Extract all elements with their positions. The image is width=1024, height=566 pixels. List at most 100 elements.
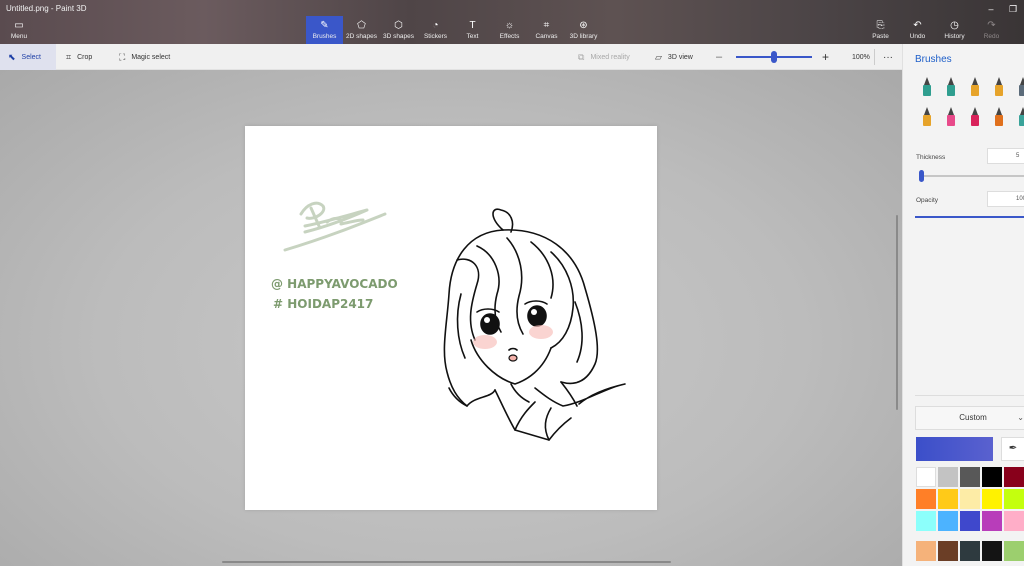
tool-stickers[interactable]: ◔ Stickers (417, 16, 454, 44)
blush-right (529, 325, 553, 339)
paste-icon: ⎘ (876, 20, 885, 31)
history-button[interactable]: ◷ History (936, 16, 973, 44)
more-options-button[interactable]: ··· (883, 44, 893, 70)
magic-select-label: Magic select (131, 53, 171, 61)
fill-icon[interactable] (1015, 106, 1024, 128)
zoom-in-button[interactable]: + (822, 44, 829, 70)
color-swatch[interactable] (982, 467, 1002, 487)
watercolor-icon[interactable] (991, 76, 1007, 98)
tool-3d-library[interactable]: ⊛ 3D library (565, 16, 602, 44)
tool-label: Effects (499, 33, 520, 40)
color-swatch[interactable] (916, 467, 936, 487)
color-swatch[interactable] (960, 489, 980, 509)
select-button[interactable]: ⬉ Select (0, 44, 56, 70)
tool-label: 2D shapes (345, 33, 378, 40)
toolbar: ⬉ Select ⌗ Crop ⛶ Magic select ⧉ Mixed r… (0, 44, 902, 70)
canvas-icon: ⌗ (543, 20, 550, 31)
menu-label: Menu (10, 33, 28, 40)
magic-select-button[interactable]: ⛶ Magic select (119, 44, 170, 70)
menu-icon: ▭ (14, 20, 24, 31)
mixed-reality-icon: ⧉ (578, 51, 585, 62)
color-swatch[interactable] (960, 511, 980, 531)
color-swatch[interactable] (960, 541, 980, 561)
vertical-scrollbar[interactable] (896, 215, 898, 410)
opacity-slider[interactable] (915, 216, 1024, 218)
action-label: Redo (983, 33, 1000, 40)
history-icon: ◷ (950, 20, 959, 31)
oil-brush-icon[interactable] (967, 76, 983, 98)
color-swatch[interactable] (938, 511, 958, 531)
color-swatch[interactable] (916, 541, 936, 561)
window-title: Untitled.png - Paint 3D (6, 4, 87, 13)
tool-brushes[interactable]: ✎ Brushes (306, 16, 343, 44)
opacity-input[interactable]: 100% (987, 191, 1024, 207)
color-swatch[interactable] (938, 541, 958, 561)
pixel-pen-icon[interactable] (1015, 76, 1024, 98)
crop-icon: ⌗ (66, 51, 72, 62)
3d-view-button[interactable]: ▱ 3D view (655, 44, 693, 70)
mixed-reality-button[interactable]: ⧉ Mixed reality (578, 44, 630, 70)
action-label: History (944, 33, 965, 40)
handle-label: @ HAPPYAVOCADO (271, 277, 398, 291)
select-label: Select (21, 53, 42, 61)
thickness-label: Thickness (916, 154, 946, 161)
tool-effects[interactable]: ☼ Effects (491, 16, 528, 44)
color-swatch[interactable] (1004, 467, 1024, 487)
color-swatch[interactable] (938, 489, 958, 509)
pencil-icon[interactable] (919, 106, 935, 128)
drawing-canvas[interactable]: @ HAPPYAVOCADO # HOIDAP2417 (245, 126, 657, 510)
tool-2d-shapes[interactable]: ⬠ 2D shapes (343, 16, 380, 44)
paste-button[interactable]: ⎘ Paste (862, 16, 899, 44)
tool-label: 3D shapes (382, 33, 415, 40)
mixed-reality-label: Mixed reality (590, 53, 630, 61)
character-drawing (443, 208, 626, 441)
color-swatch[interactable] (960, 467, 980, 487)
ribbon-actions: ⎘ Paste ↶ Undo ◷ History ↷ Redo (862, 16, 1010, 44)
crayon-icon[interactable] (967, 106, 983, 128)
action-label: Undo (909, 33, 926, 40)
3d-shapes-icon: ⬡ (394, 20, 403, 31)
hashtag-label: # HOIDAP2417 (273, 297, 373, 311)
ribbon: Untitled.png - Paint 3D – ❐ ▭ Menu ✎ Brus… (0, 0, 1024, 44)
chevron-down-icon: ⌄ (1017, 413, 1024, 422)
effects-icon: ☼ (504, 20, 515, 31)
color-swatch[interactable] (938, 467, 958, 487)
panel-title: Brushes (915, 54, 952, 65)
color-swatch[interactable] (982, 541, 1002, 561)
toolbar-divider (874, 49, 875, 65)
calligraphy-pen-icon[interactable] (943, 76, 959, 98)
undo-button[interactable]: ↶ Undo (899, 16, 936, 44)
color-mode-label: Custom (959, 413, 987, 422)
menu-button[interactable]: ▭ Menu (0, 16, 38, 44)
color-swatch[interactable] (1004, 511, 1024, 531)
action-label: Paste (872, 33, 889, 40)
canvas-artwork: @ HAPPYAVOCADO # HOIDAP2417 (271, 201, 626, 441)
color-swatch[interactable] (916, 511, 936, 531)
2d-shapes-icon: ⬠ (357, 20, 366, 31)
eraser-icon[interactable] (943, 106, 959, 128)
color-swatch[interactable] (916, 489, 936, 509)
thickness-slider[interactable] (921, 175, 1024, 177)
spray-can-icon[interactable] (991, 106, 1007, 128)
color-swatch[interactable] (982, 511, 1002, 531)
tool-3d-shapes[interactable]: ⬡ 3D shapes (380, 16, 417, 44)
current-color-swatch[interactable] (916, 437, 993, 461)
redo-button[interactable]: ↷ Redo (973, 16, 1010, 44)
thickness-input[interactable]: 5 (987, 148, 1024, 164)
thickness-slider-thumb[interactable] (919, 170, 924, 182)
color-swatch[interactable] (982, 489, 1002, 509)
tool-text[interactable]: T Text (454, 16, 491, 44)
marker-icon[interactable] (919, 76, 935, 98)
text-icon: T (469, 20, 476, 31)
eyedropper-icon[interactable]: ✒ (1001, 437, 1024, 461)
color-swatch[interactable] (1004, 489, 1024, 509)
crop-button[interactable]: ⌗ Crop (66, 44, 92, 70)
color-swatch[interactable] (1004, 541, 1024, 561)
zoom-slider-thumb[interactable] (771, 51, 777, 63)
brushes-panel: Brushes Thickness 5 Opacity 100% Custom … (902, 44, 1024, 566)
horizontal-scrollbar[interactable] (222, 561, 671, 563)
zoom-out-button[interactable]: – (716, 44, 722, 70)
color-mode-dropdown[interactable]: Custom ⌄ (915, 406, 1024, 430)
tool-canvas[interactable]: ⌗ Canvas (528, 16, 565, 44)
blush-left (473, 335, 497, 349)
